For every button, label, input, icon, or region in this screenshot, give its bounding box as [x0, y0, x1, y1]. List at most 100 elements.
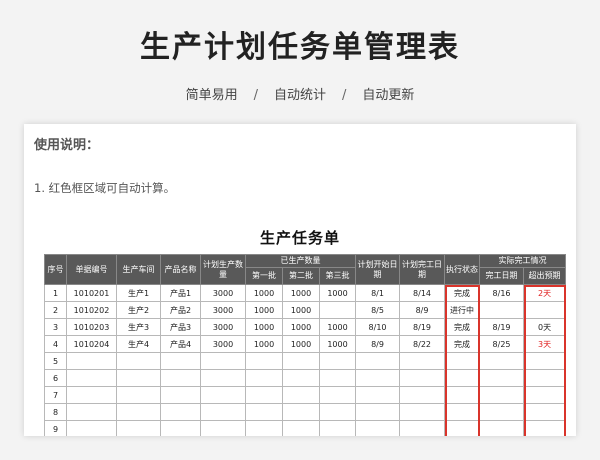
cell-plan-start: [355, 369, 401, 387]
cell-batch3: [318, 403, 357, 421]
feature-item: 自动更新: [362, 88, 415, 103]
cell-seq: 8: [44, 403, 67, 421]
table-row: 3 1010203 生产3 产品3 3000 1000 1000 1000 8/10 8/19 完成…: [44, 318, 567, 336]
cell-batch2: 1000: [282, 318, 320, 336]
table-row: 9: [44, 420, 567, 436]
cell-plan-start: 8/5: [355, 301, 401, 319]
cell-batch2: [282, 352, 320, 370]
cell-status: 完成: [444, 335, 481, 353]
table-row: 4 1010204 生产4 产品4 3000 1000 1000 1000 8/9 8/22 完成 8…: [44, 335, 567, 353]
header-order-no: 单据编号: [66, 254, 117, 285]
cell-overdue: 0天: [523, 318, 567, 336]
feature-separator: /: [342, 88, 347, 103]
header-produced-group: 已生产数量: [244, 254, 357, 268]
cell-batch1: [245, 420, 283, 436]
cell-product: 产品1: [160, 284, 201, 302]
table-row: 5: [44, 352, 567, 370]
cell-workshop: [116, 386, 161, 404]
cell-actual-finish: 8/16: [479, 284, 525, 302]
cell-seq: 6: [44, 369, 67, 387]
cell-planned-qty: [200, 386, 246, 404]
cell-overdue: [523, 301, 567, 319]
cell-actual-finish: [479, 352, 525, 370]
feature-item: 简单易用: [185, 88, 238, 103]
cell-batch1: 1000: [245, 318, 283, 336]
cell-product: [160, 352, 201, 370]
usage-heading: 使用说明：: [34, 138, 100, 153]
cell-overdue: [523, 352, 567, 370]
cell-actual-finish: [479, 369, 525, 387]
cell-status: [444, 352, 481, 370]
cell-planned-qty: 3000: [200, 284, 246, 302]
cell-batch3: [318, 386, 357, 404]
cell-order-no: 1010202: [66, 301, 117, 319]
cell-order-no: 1010204: [66, 335, 117, 353]
cell-plan-finish: 8/9: [399, 301, 446, 319]
cell-planned-qty: [200, 369, 246, 387]
spreadsheet-preview: 使用说明： 1. 红色框区域可自动计算。 生产任务单 序号 单据编号 生产车间 …: [24, 124, 576, 436]
table-row: 7: [44, 386, 567, 404]
cell-seq: 5: [44, 352, 67, 370]
cell-order-no: [66, 420, 117, 436]
cell-plan-start: [355, 403, 401, 421]
cell-batch1: [245, 369, 283, 387]
cell-plan-finish: 8/14: [399, 284, 446, 302]
cell-seq: 1: [44, 284, 67, 302]
cell-overdue: [523, 403, 567, 421]
table-row: 8: [44, 403, 567, 421]
cell-plan-start: [355, 420, 401, 436]
cell-workshop: [116, 369, 161, 387]
production-task-table: 序号 单据编号 生产车间 产品名称 计划生产数量 已生产数量 计划开始日期 计划…: [44, 254, 567, 436]
header-plan-start: 计划开始日期: [355, 254, 401, 285]
header-actual-finish: 完工日期: [479, 267, 525, 285]
cell-planned-qty: [200, 420, 246, 436]
cell-batch2: [282, 403, 320, 421]
cell-batch3: [318, 301, 357, 319]
cell-seq: 2: [44, 301, 67, 319]
cell-order-no: [66, 352, 117, 370]
cell-status: [444, 386, 481, 404]
cell-seq: 3: [44, 318, 67, 336]
cell-batch1: [245, 386, 283, 404]
cell-planned-qty: 3000: [200, 318, 246, 336]
header-status: 执行状态: [444, 254, 481, 285]
cell-order-no: [66, 386, 117, 404]
cell-batch2: 1000: [282, 301, 320, 319]
cell-batch3: 1000: [318, 335, 357, 353]
cell-overdue: 2天: [523, 284, 567, 302]
cell-batch1: 1000: [245, 335, 283, 353]
cell-plan-start: [355, 352, 401, 370]
cell-batch1: [245, 352, 283, 370]
header-actual-group: 实际完工情况: [479, 254, 567, 268]
cell-batch2: [282, 420, 320, 436]
cell-plan-finish: [399, 386, 446, 404]
table-header-row: 序号 单据编号 生产车间 产品名称 计划生产数量 已生产数量 计划开始日期 计划…: [44, 254, 567, 285]
cell-plan-start: [355, 386, 401, 404]
cell-order-no: 1010203: [66, 318, 117, 336]
table-title: 生产任务单: [259, 229, 340, 247]
cell-plan-finish: 8/22: [399, 335, 446, 353]
cell-order-no: 1010201: [66, 284, 117, 302]
cell-plan-start: 8/1: [355, 284, 401, 302]
cell-batch3: 1000: [318, 318, 357, 336]
header-seq: 序号: [44, 254, 67, 285]
cell-planned-qty: 3000: [200, 301, 246, 319]
cell-overdue: [523, 369, 567, 387]
cell-product: [160, 420, 201, 436]
header-plan-finish: 计划完工日期: [399, 254, 446, 285]
header-planned-qty: 计划生产数量: [200, 254, 246, 285]
cell-batch1: [245, 403, 283, 421]
feature-tagline: 简单易用 / 自动统计 / 自动更新: [0, 84, 600, 103]
feature-item: 自动统计: [273, 88, 326, 103]
cell-workshop: [116, 420, 161, 436]
cell-plan-start: 8/10: [355, 318, 401, 336]
cell-plan-finish: [399, 369, 446, 387]
cell-status: [444, 369, 481, 387]
cell-batch2: 1000: [282, 284, 320, 302]
cell-seq: 7: [44, 386, 67, 404]
cell-seq: 9: [44, 420, 67, 436]
cell-plan-finish: 8/19: [399, 318, 446, 336]
cell-workshop: [116, 403, 161, 421]
cell-order-no: [66, 369, 117, 387]
cell-overdue: [523, 420, 567, 436]
